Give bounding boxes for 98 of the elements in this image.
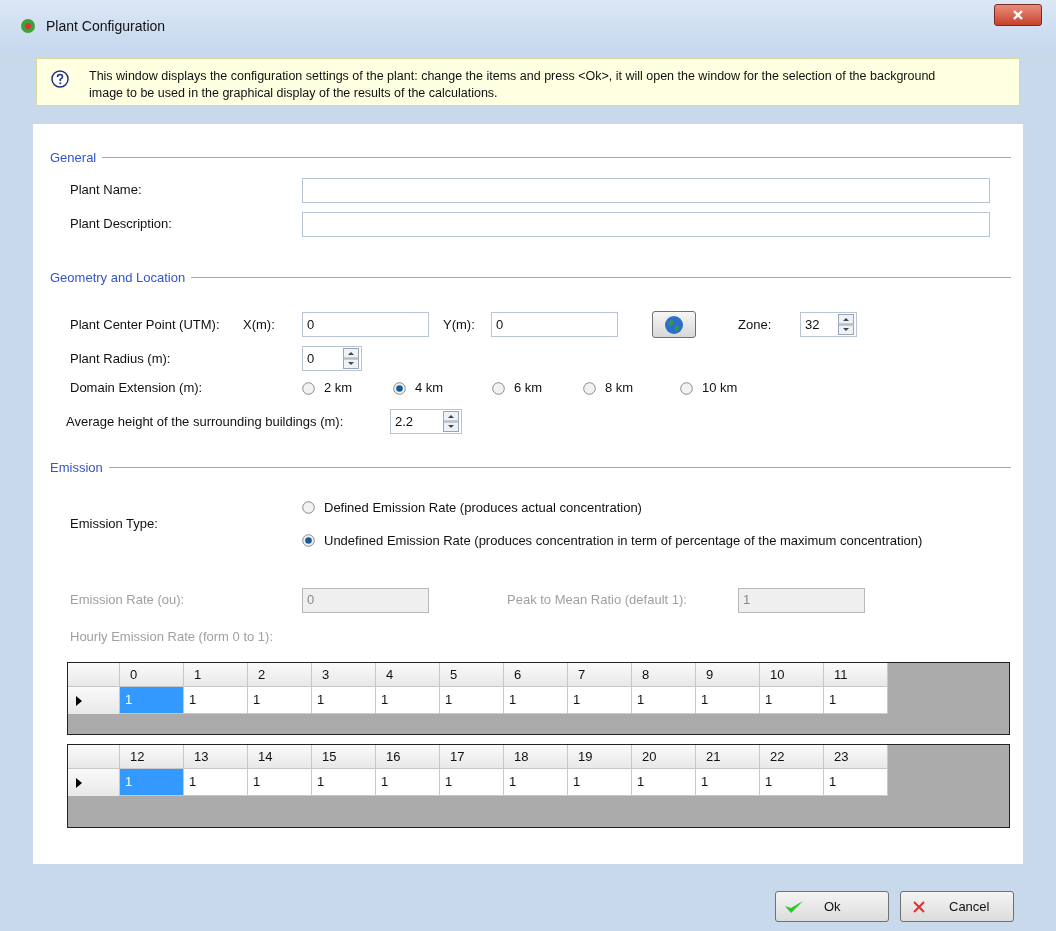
app-icon [20,18,36,34]
column-header: 20 [632,745,696,769]
radio-button[interactable] [492,381,505,395]
table-cell[interactable]: 1 [440,687,504,714]
ok-button[interactable]: Ok [775,891,889,922]
radio-button[interactable] [680,381,693,395]
radio-label: Defined Emission Rate (produces actual concentration) [324,498,642,517]
column-header: 5 [440,663,504,687]
field-label: Emission Rate (ou): [70,591,186,610]
field-label: Emission Type: [70,515,159,534]
table-cell[interactable]: 1 [184,769,248,796]
column-header: 3 [312,663,376,687]
column-header: 2 [248,663,312,687]
column-header: 12 [120,745,184,769]
section-heading: Emission [50,459,103,477]
input-field[interactable] [302,177,990,203]
column-header: 7 [568,663,632,687]
row-pointer-icon [76,695,82,706]
field-label: X(m): [243,315,276,334]
checkmark-icon [784,898,804,915]
column-header: 9 [696,663,760,687]
spinner-arrows-icon [343,348,359,369]
table-cell[interactable]: 1 [184,687,248,714]
field-label: Plant Center Point (UTM): [70,315,221,334]
radio-button[interactable] [393,381,406,395]
spinner-arrows-icon [443,411,459,432]
column-header: 6 [504,663,568,687]
column-header: 8 [632,663,696,687]
column-header: 1 [184,663,248,687]
field-label: Y(m): [442,315,476,334]
globe-button[interactable] [652,311,696,338]
section-heading: General [50,149,97,167]
table-cell[interactable]: 1 [568,769,632,796]
close-icon [1012,9,1024,21]
section-heading: Geometry and Location [50,268,186,287]
field-label: Plant Description: [70,215,173,234]
table-cell[interactable]: 1 [696,769,760,796]
table-cell[interactable]: 1 [248,687,312,714]
table-cell[interactable]: 1 [504,769,568,796]
column-header: 16 [376,745,440,769]
field-label: Average height of the surrounding buildings (m): [66,412,345,431]
table-cell[interactable]: 1 [632,687,696,714]
spinner-field[interactable]: 32 [800,312,857,337]
field-label: Peak to Mean Ratio (default 1): [507,591,688,610]
table-cell[interactable]: 1 [504,687,568,714]
radio-button[interactable] [583,381,596,395]
spinner-field[interactable]: 2.2 [390,409,462,434]
column-header: 4 [376,663,440,687]
table-cell[interactable]: 1 [376,769,440,796]
table-cell[interactable]: 1 [312,687,376,714]
input-field[interactable] [302,211,990,237]
radio-label: 8 km [605,379,634,398]
column-header: 19 [568,745,632,769]
table-cell[interactable]: 1 [312,769,376,796]
field-label: Domain Extension (m): [70,379,204,398]
column-header: 0 [120,663,184,687]
spinner-arrows-icon [838,314,854,335]
column-header: 22 [760,745,824,769]
radio-button[interactable] [302,381,315,395]
radio-label: 4 km [415,379,444,398]
close-button[interactable] [994,4,1042,26]
table-cell[interactable]: 1 [440,769,504,796]
radio-label: 10 km [702,379,738,398]
help-icon [51,70,69,88]
column-header: 14 [248,745,312,769]
table-cell[interactable]: 1 [248,769,312,796]
column-header: 11 [824,663,888,687]
column-header: 18 [504,745,568,769]
column-header: 10 [760,663,824,687]
column-header: 13 [184,745,248,769]
column-header: 17 [440,745,504,769]
radio-label: 2 km [324,379,353,398]
field-label: Plant Radius (m): [70,349,172,368]
radio-label: Undefined Emission Rate (produces concentration in term of percentage of the maximum concentration) [324,532,923,550]
window-title: Plant Configuration [46,16,166,36]
table-cell[interactable]: 1 [760,687,824,714]
info-text: This window displays the configuration settings of the plant: change the items and press <Ok>, it will open the window for the selection of the background image to be used in the graphical display of the results of the calculations. [89,68,937,102]
column-header: 15 [312,745,376,769]
globe-icon [664,314,684,335]
input-field[interactable]: 0 [491,312,618,337]
spinner-field[interactable]: 0 [302,346,362,371]
field-label: Plant Name: [70,181,143,200]
input-field[interactable]: 0 [302,312,429,337]
table-cell[interactable]: 1 [760,769,824,796]
column-header: 21 [696,745,760,769]
table-cell[interactable]: 1 [824,687,888,714]
field-label: Hourly Emission Rate (form 0 to 1): [69,627,274,646]
field-label: Zone: [738,315,773,334]
radio-label: 6 km [514,379,543,398]
table-cell[interactable]: 1 [376,687,440,714]
table-cell[interactable]: 1 [632,769,696,796]
close-icon [913,900,925,913]
column-header: 23 [824,745,888,769]
row-pointer-icon [76,777,82,788]
table-cell[interactable]: 1 [696,687,760,714]
cancel-button[interactable]: Cancel [900,891,1014,922]
table-cell[interactable]: 1 [824,769,888,796]
table-cell[interactable]: 1 [568,687,632,714]
